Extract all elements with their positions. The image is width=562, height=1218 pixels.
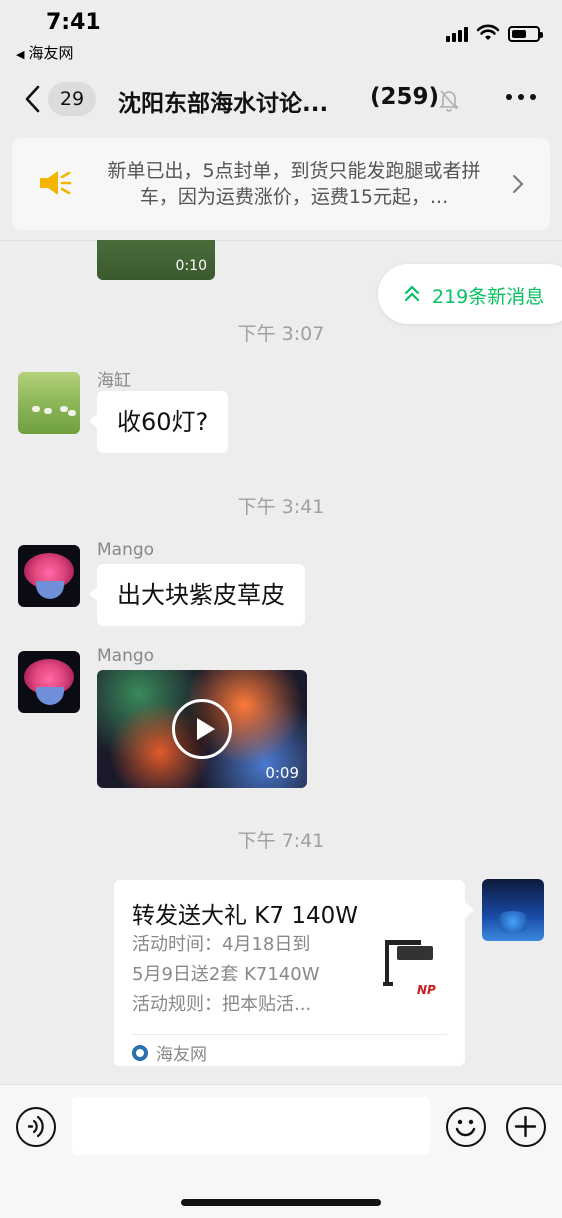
new-messages-pill[interactable]: 219条新消息 xyxy=(378,264,562,324)
card-desc-line: 5月9日送2套 K7140W xyxy=(132,964,320,985)
member-count: (259) xyxy=(370,84,440,110)
voice-icon xyxy=(27,1115,44,1138)
mute-bell-icon xyxy=(439,90,459,112)
card-description: 活动时间：4月18日到 5月9日送2套 K7140W 活动规则：把本贴活... xyxy=(132,930,352,1020)
card-desc-line: 活动规则：把本贴活... xyxy=(132,994,312,1015)
new-messages-label: 219条新消息 xyxy=(432,286,545,308)
card-title: 转发送大礼 K7 140W xyxy=(132,903,358,929)
card-desc-line: 活动时间：4月18日到 xyxy=(132,934,311,955)
video-message[interactable]: 0:09 xyxy=(97,670,307,788)
timestamp: 下午 3:07 xyxy=(237,323,325,345)
timestamp: 下午 3:41 xyxy=(237,496,325,518)
play-icon[interactable] xyxy=(172,699,232,759)
card-thumb-logo: NP xyxy=(417,983,436,997)
status-icons xyxy=(446,24,543,42)
video-duration: 0:09 xyxy=(265,764,299,782)
card-divider xyxy=(132,1034,447,1035)
emoji-button[interactable] xyxy=(446,1107,486,1147)
home-indicator xyxy=(181,1199,381,1206)
megaphone-icon xyxy=(40,171,72,195)
back-to-app-link[interactable]: ◀ 海友网 xyxy=(16,42,73,63)
voice-input-button[interactable] xyxy=(16,1107,56,1147)
wifi-icon xyxy=(476,24,500,40)
video-duration: 0:10 xyxy=(175,258,207,274)
group-announcement-banner[interactable]: 新单已出，5点封单，到货只能发跑腿或者拼车，因为运费涨价，运费15元起，... xyxy=(12,138,550,230)
input-bar xyxy=(0,1084,562,1218)
avatar[interactable] xyxy=(18,651,80,713)
double-chevron-up-icon xyxy=(404,285,420,302)
message-bubble[interactable]: 收60灯? xyxy=(88,391,229,453)
battery-icon xyxy=(508,26,543,42)
chevron-right-icon xyxy=(513,175,524,193)
chat-title: 沈阳东部海水讨论... xyxy=(118,91,329,117)
cellular-signal-icon xyxy=(446,26,468,42)
chat-header: 29 沈阳东部海水讨论... (259) xyxy=(0,64,562,136)
more-functions-button[interactable] xyxy=(506,1107,546,1147)
back-app-label: 海友网 xyxy=(28,44,74,62)
status-time: 7:41 xyxy=(46,10,101,35)
back-triangle-icon: ◀ xyxy=(16,48,25,61)
plus-icon xyxy=(514,1115,537,1138)
my-avatar[interactable] xyxy=(482,879,544,941)
source-app-icon xyxy=(132,1044,148,1061)
message-input[interactable] xyxy=(72,1097,430,1155)
link-card-message[interactable]: 转发送大礼 K7 140W 活动时间：4月18日到 5月9日送2套 K7140W… xyxy=(114,880,474,1066)
timestamp: 下午 7:41 xyxy=(237,830,325,852)
video-message-partial[interactable]: 0:10 xyxy=(97,240,215,280)
avatar[interactable] xyxy=(18,372,80,434)
smiley-icon xyxy=(455,1119,476,1137)
back-chevron-icon[interactable] xyxy=(22,84,44,114)
sender-name: Mango xyxy=(97,540,155,560)
unread-count-badge[interactable]: 29 xyxy=(48,82,96,116)
card-source-label: 海友网 xyxy=(156,1045,207,1065)
card-thumbnail: NP xyxy=(375,936,447,1008)
status-bar: 7:41 ◀ 海友网 xyxy=(0,0,562,64)
message-bubble[interactable]: 出大块紫皮草皮 xyxy=(89,564,305,626)
sender-name: Mango xyxy=(97,646,155,666)
more-options-button[interactable] xyxy=(506,94,536,100)
avatar[interactable] xyxy=(18,545,80,607)
header-divider xyxy=(0,240,562,241)
announcement-text: 新单已出，5点封单，到货只能发跑腿或者拼车，因为运费涨价，运费15元起，... xyxy=(107,160,481,208)
card-source: 海友网 xyxy=(132,1040,207,1065)
sender-name: 海缸 xyxy=(97,371,131,391)
